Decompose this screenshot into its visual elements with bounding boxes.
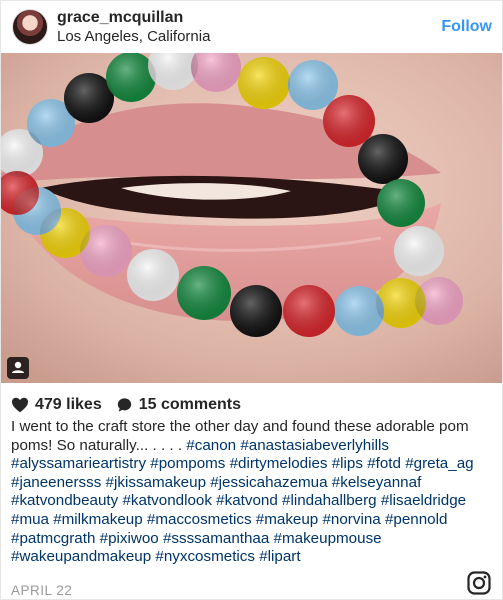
likes-count[interactable]: 479 likes — [35, 396, 102, 414]
post-header: grace_mcquillan Los Angeles, California … — [1, 1, 502, 53]
lips-pompom-image — [1, 53, 502, 383]
post-date[interactable]: APRIL 22 — [11, 583, 72, 598]
user-tag-icon[interactable] — [7, 357, 29, 379]
post-stats: 479 likes 15 comments — [11, 395, 241, 415]
comment-icon[interactable] — [116, 397, 133, 413]
post-photo[interactable] — [1, 53, 502, 383]
comments-count[interactable]: 15 comments — [139, 396, 241, 414]
caption-hashtags[interactable]: #canon #anastasiabeverlyhills #alyssamar… — [11, 437, 474, 566]
avatar[interactable] — [12, 9, 48, 45]
instagram-logo-icon[interactable] — [467, 571, 491, 595]
location[interactable]: Los Angeles, California — [57, 28, 210, 45]
username[interactable]: grace_mcquillan — [57, 9, 183, 27]
post-caption: I went to the craft store the other day … — [11, 418, 495, 567]
instagram-post: grace_mcquillan Los Angeles, California … — [0, 0, 503, 600]
follow-button[interactable]: Follow — [441, 18, 492, 36]
heart-icon[interactable] — [11, 397, 29, 413]
